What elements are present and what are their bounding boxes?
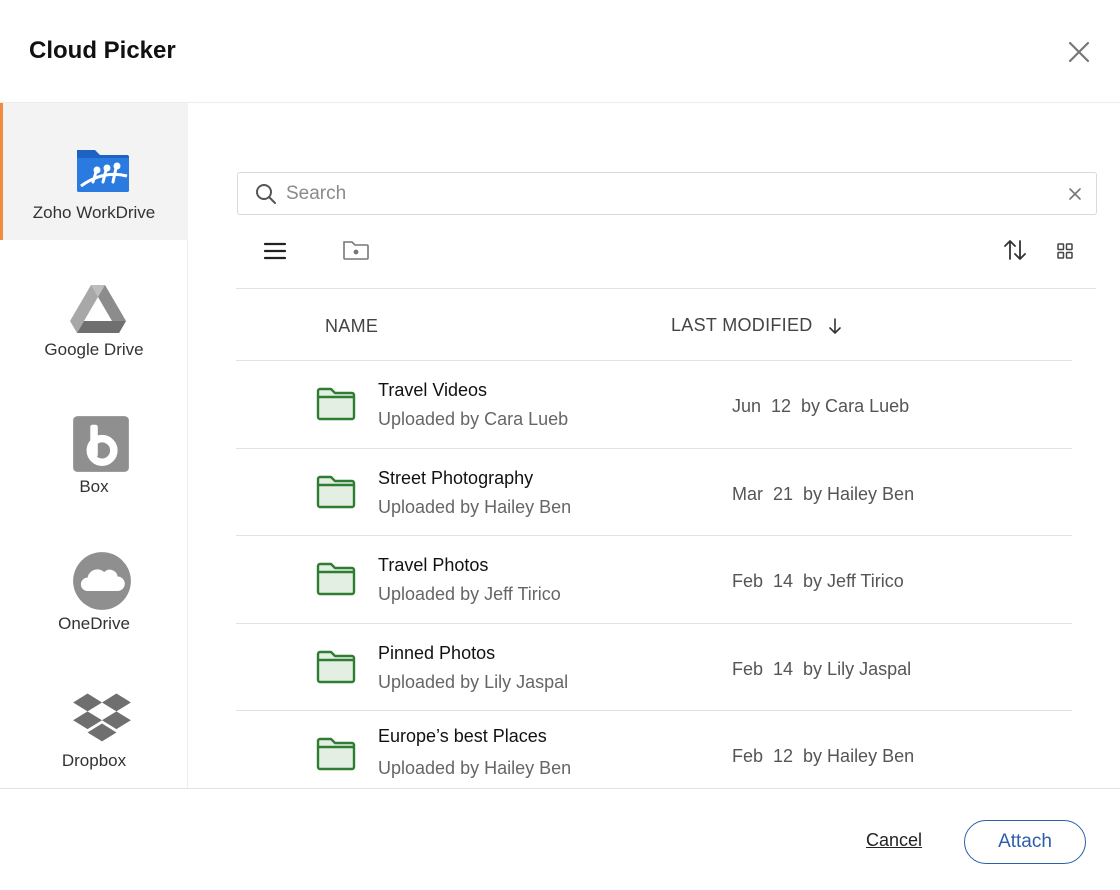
uploaded-by: Uploaded by Jeff Tirico bbox=[378, 584, 561, 604]
dialog-title: Cloud Picker bbox=[29, 37, 176, 64]
file-name: Street Photography bbox=[378, 468, 534, 488]
column-header-label: LAST MODIFIED bbox=[671, 315, 813, 335]
arrow-down-icon bbox=[829, 318, 841, 334]
file-name: Travel Photos bbox=[378, 555, 489, 575]
last-modified: Mar 21 by Hailey Ben bbox=[732, 484, 915, 504]
box-icon bbox=[73, 416, 129, 472]
uploaded-by: Uploaded by Hailey Ben bbox=[378, 497, 572, 517]
provider-label: Dropbox bbox=[61, 751, 127, 770]
provider-label: Google Drive bbox=[44, 340, 144, 359]
attach-button[interactable]: Attach bbox=[964, 820, 1086, 864]
clear-search-button[interactable] bbox=[1066, 185, 1084, 203]
dropbox-icon bbox=[73, 693, 131, 742]
file-row[interactable]: Travel Videos Uploaded by Cara Lueb Jun 12… bbox=[236, 360, 1072, 448]
last-modified: Jun 12 by Cara Lueb bbox=[732, 396, 910, 416]
file-row[interactable]: Travel Photos Uploaded by Jeff Tirico Feb … bbox=[236, 535, 1072, 623]
provider-label: Box bbox=[79, 477, 109, 496]
onedrive-icon bbox=[73, 552, 131, 610]
provider-dropbox[interactable]: Dropbox bbox=[0, 651, 188, 788]
list-view-button[interactable] bbox=[262, 239, 288, 263]
provider-sidebar: Zoho WorkDrive Google Drive Box OneDrive bbox=[0, 103, 188, 788]
provider-label: OneDrive bbox=[58, 614, 130, 633]
google-drive-icon bbox=[70, 285, 126, 333]
column-header-name[interactable]: NAME bbox=[325, 316, 378, 337]
provider-google-drive[interactable]: Google Drive bbox=[0, 240, 188, 377]
dialog-footer: Cancel Attach bbox=[0, 788, 1120, 890]
folder-icon bbox=[316, 475, 356, 509]
new-folder-button[interactable] bbox=[342, 238, 370, 262]
folder-icon bbox=[316, 737, 356, 771]
table-divider bbox=[236, 288, 1096, 289]
folder-icon bbox=[343, 241, 369, 260]
uploaded-by: Uploaded by Cara Lueb bbox=[378, 409, 569, 429]
column-header-last-modified[interactable]: LAST MODIFIED bbox=[671, 315, 842, 336]
provider-label: Zoho WorkDrive bbox=[32, 203, 156, 222]
provider-onedrive[interactable]: OneDrive bbox=[0, 514, 188, 651]
close-icon bbox=[1069, 188, 1081, 200]
provider-zoho-workdrive[interactable]: Zoho WorkDrive bbox=[0, 103, 188, 240]
sort-button[interactable] bbox=[1002, 237, 1028, 263]
file-row[interactable]: Europe’s best Places Uploaded by Hailey B… bbox=[236, 710, 1072, 798]
file-row[interactable]: Street Photography Uploaded by Hailey Ben… bbox=[236, 448, 1072, 536]
menu-icon bbox=[263, 242, 287, 260]
folder-icon bbox=[316, 650, 356, 684]
provider-box[interactable]: Box bbox=[0, 377, 188, 514]
last-modified: Feb 14 by Jeff Tirico bbox=[732, 571, 904, 591]
zoho-workdrive-icon bbox=[77, 150, 129, 192]
cancel-button[interactable]: Cancel bbox=[866, 830, 922, 851]
file-name: Travel Videos bbox=[378, 380, 488, 400]
folder-icon bbox=[316, 562, 356, 596]
last-modified: Feb 12 by Hailey Ben bbox=[732, 746, 915, 766]
close-icon bbox=[1068, 41, 1090, 63]
folder-icon bbox=[316, 387, 356, 421]
close-button[interactable] bbox=[1063, 36, 1095, 68]
file-row[interactable]: Pinned Photos Uploaded by Lily Jaspal Feb … bbox=[236, 623, 1072, 711]
search-input[interactable] bbox=[286, 181, 1046, 207]
search-bar bbox=[237, 172, 1097, 215]
grid-icon bbox=[1057, 243, 1073, 259]
search-icon bbox=[256, 184, 276, 204]
sort-icon bbox=[1004, 240, 1026, 260]
file-name: Europe’s best Places bbox=[378, 726, 547, 746]
dialog-header: Cloud Picker bbox=[0, 0, 1120, 103]
file-name: Pinned Photos bbox=[378, 643, 496, 663]
grid-view-button[interactable] bbox=[1056, 242, 1074, 260]
uploaded-by: Uploaded by Lily Jaspal bbox=[378, 672, 569, 692]
uploaded-by: Uploaded by Hailey Ben bbox=[378, 758, 572, 778]
last-modified: Feb 14 by Lily Jaspal bbox=[732, 659, 912, 679]
